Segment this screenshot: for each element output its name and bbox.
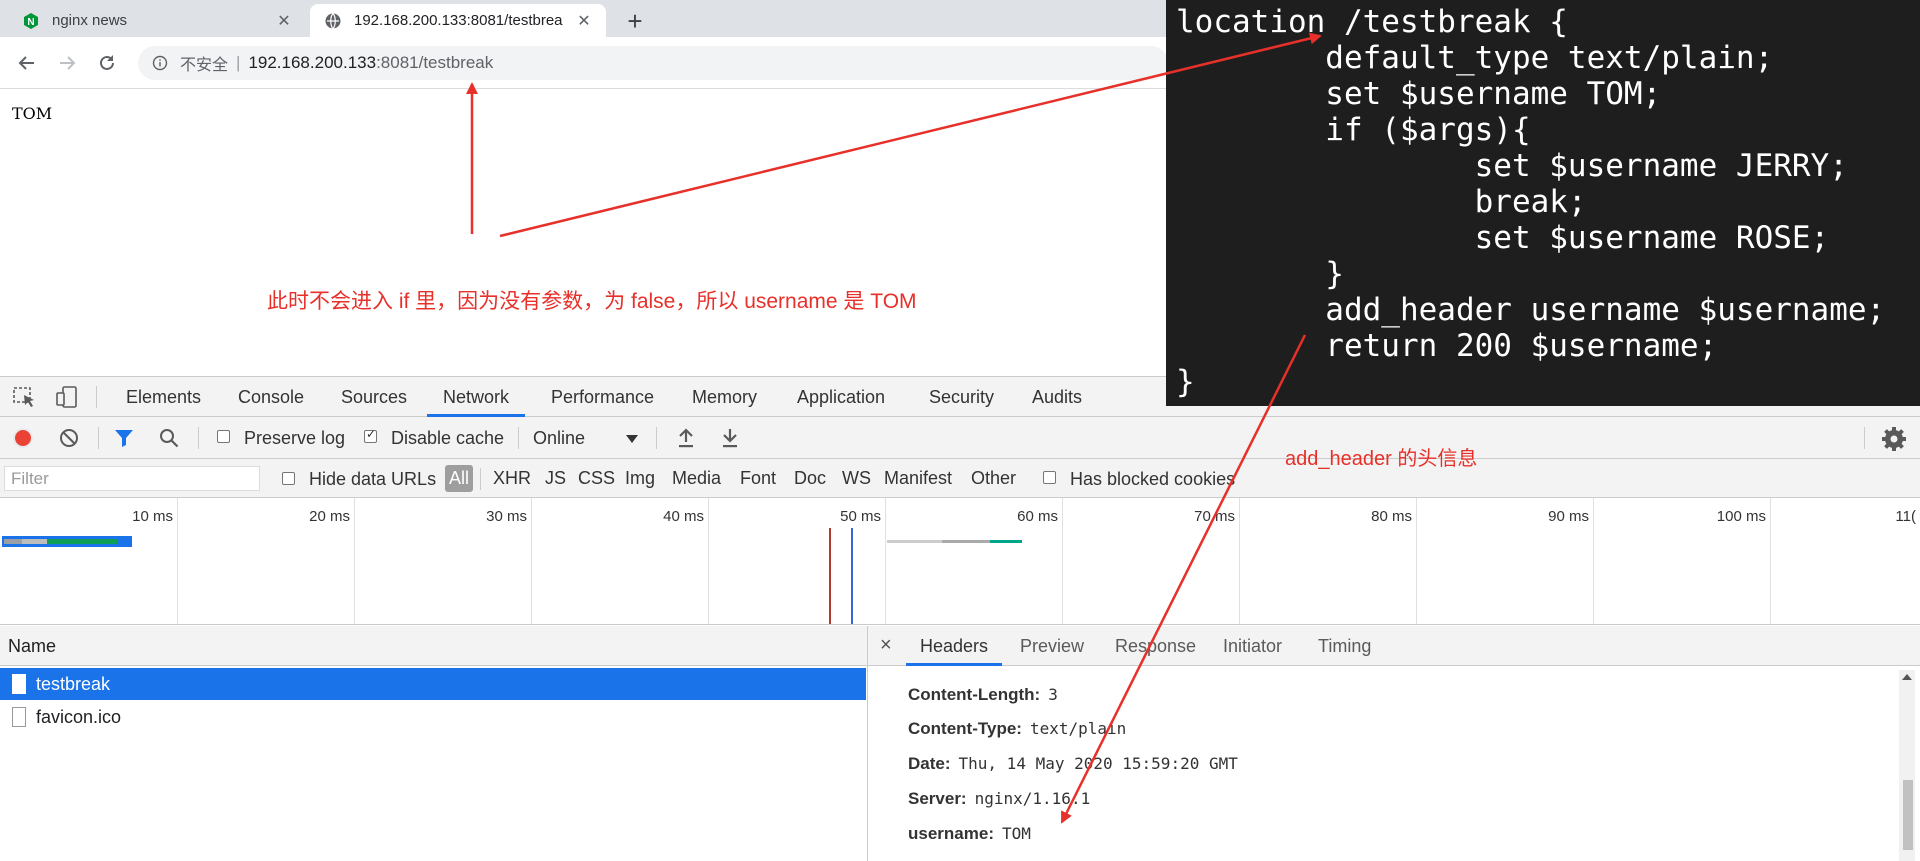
arrow-to-code: [499, 32, 1322, 238]
arrow-to-username-header: [1060, 334, 1307, 824]
annotation-arrows: [466, 32, 1322, 824]
